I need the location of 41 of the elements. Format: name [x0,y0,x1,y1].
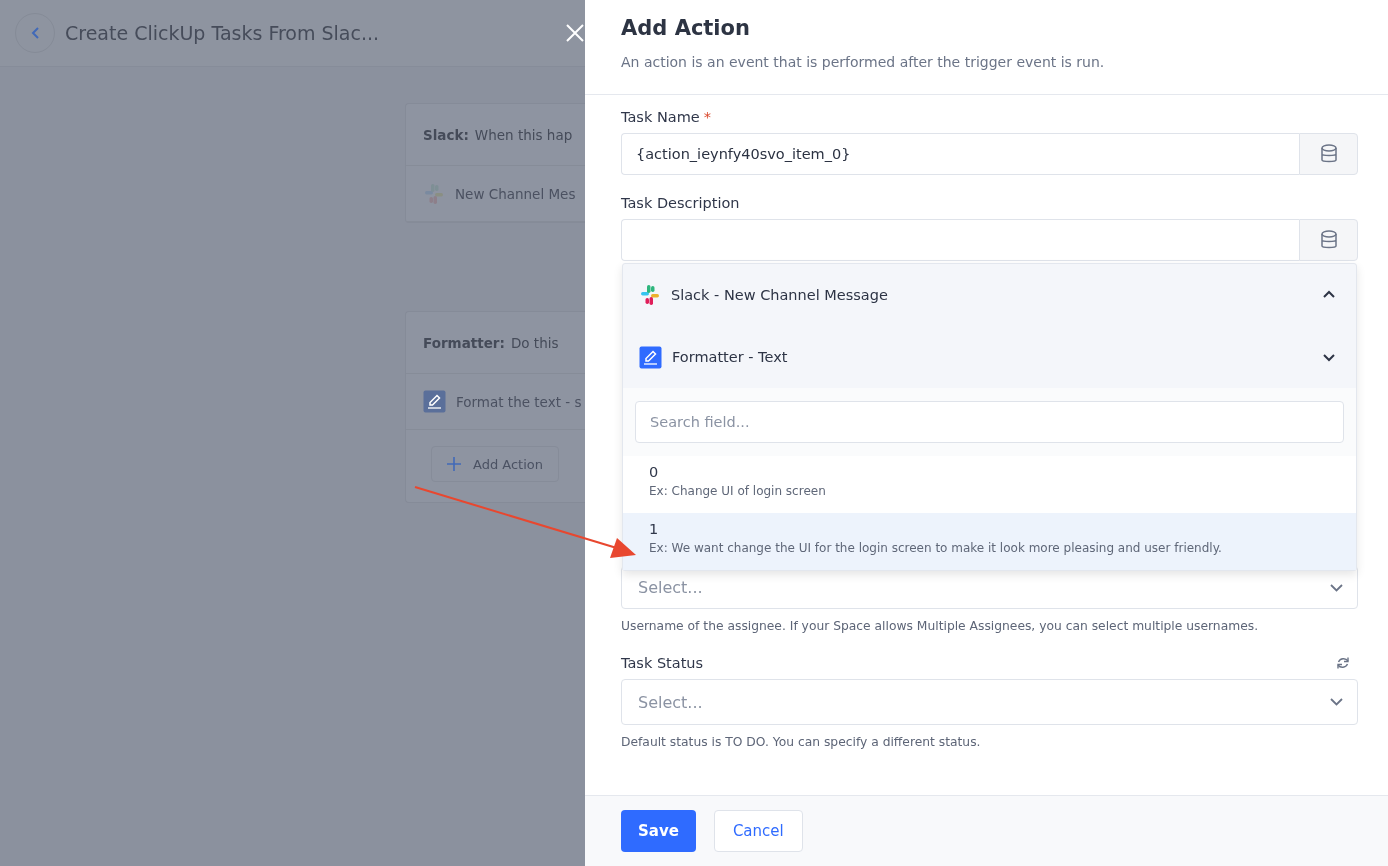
option-example: Ex: We want change the UI for the login screen to make it look more pleasing and user friendly. [649,541,1223,555]
field-label: Task Name [621,109,700,125]
search-field[interactable]: Search field... [635,401,1344,443]
option-example: Ex: Change UI of login screen [649,484,827,498]
save-button[interactable]: Save [621,810,696,852]
field-option[interactable]: 0 Ex: Change UI of login screen [623,456,1356,513]
chevron-down-icon [1330,698,1343,706]
slack-logo-icon [639,284,661,306]
chevron-left-icon [30,27,40,39]
step-name: Format the text - s [456,393,582,410]
required-mark: * [703,109,711,125]
option-name: 1 [649,521,660,537]
text-field[interactable]: {action_ieynfy40svo_item_0} [621,133,1299,175]
database-icon [1319,144,1338,164]
chevron-down-icon [1322,351,1336,363]
field-label: Task Status [621,654,704,673]
slack-logo-icon [423,182,445,205]
data-picker-button[interactable] [1299,219,1358,261]
cancel-button[interactable]: Cancel [713,810,803,852]
data-picker-button[interactable] [1299,133,1358,175]
option-name: 0 [649,464,660,480]
app-group-header[interactable]: Formatter - Text [623,326,1356,388]
add-action-button[interactable]: Add Action [431,446,559,482]
step-heading: Formatter: Do this [423,334,559,351]
step-heading: Slack: When this hap [423,126,573,143]
field-label: Task Description [621,195,740,211]
select-field[interactable]: Select... [621,679,1358,725]
help-text: Username of the assignee. If your Space allows Multiple Assignees, you can select multiple usernames. [621,619,1260,633]
field-option[interactable]: 1 Ex: We want change the UI for the login screen to make it look more pleasing and user friendly. [623,513,1356,570]
text-field[interactable] [621,219,1299,261]
workflow-title: Create ClickUp Tasks From Slac... [65,22,381,44]
pencil-icon [423,390,446,413]
step-name: New Channel Mes [455,185,576,202]
chevron-down-icon [1330,583,1343,592]
panel-title: Add Action [621,16,751,40]
help-text: Default status is TO DO. You can specify a different status. [621,735,982,749]
plus-icon [447,457,461,471]
panel-subtitle: An action is an event that is performed after the trigger event is run. [621,54,1106,70]
app-group-header[interactable]: Slack - New Channel Message [623,264,1356,326]
pencil-icon [639,345,662,369]
database-icon [1319,230,1338,250]
